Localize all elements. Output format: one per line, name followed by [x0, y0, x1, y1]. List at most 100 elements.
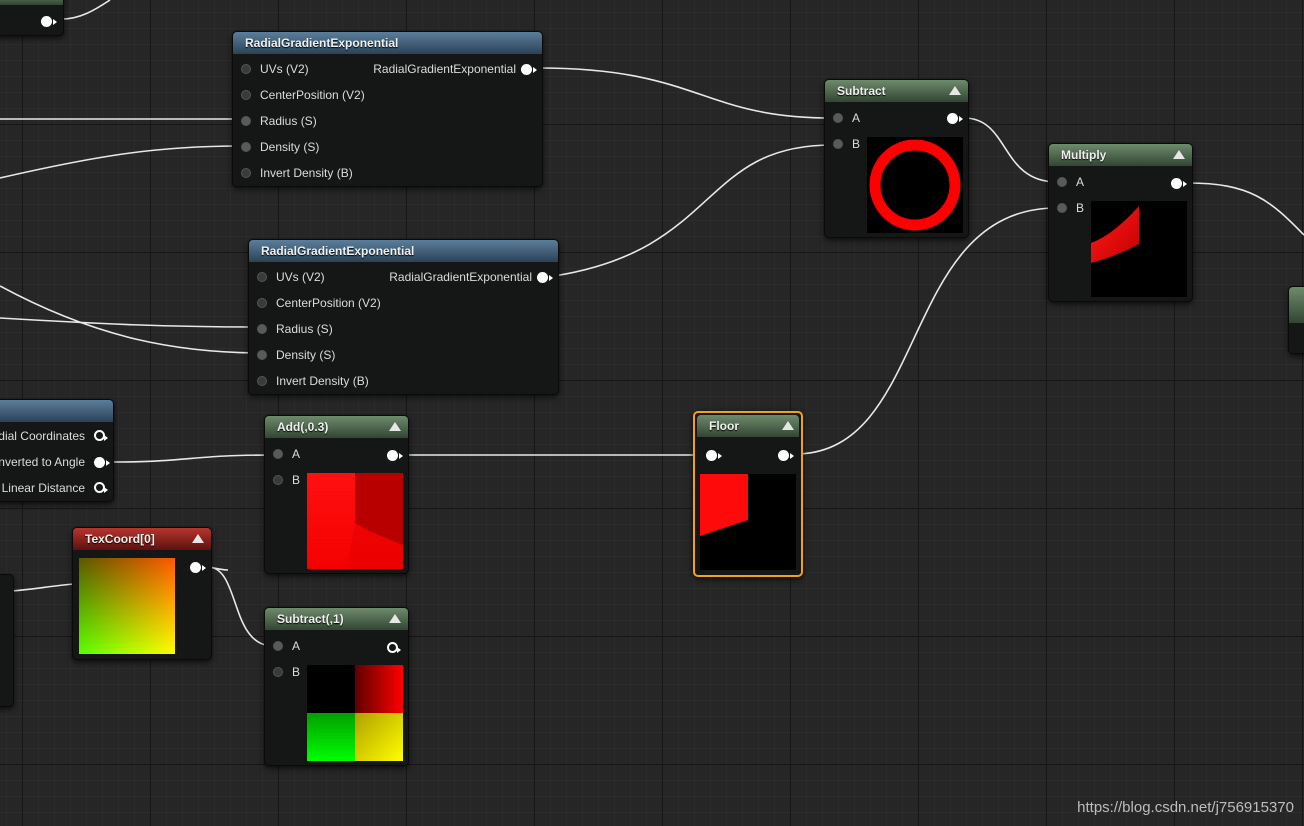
wire-subtract-to-multiply-a — [963, 117, 1058, 183]
collapse-icon[interactable] — [1173, 150, 1185, 159]
input-pin[interactable] — [273, 449, 283, 459]
node-title: Add(,0.3) — [265, 416, 408, 438]
input-label: CenterPosition (V2) — [260, 88, 365, 102]
output-pin[interactable] — [521, 64, 537, 75]
input-label: B — [1076, 201, 1085, 215]
wire-to-radial2-density — [0, 285, 257, 354]
output-pin[interactable] — [1171, 178, 1187, 189]
floor-preview-image — [700, 474, 748, 536]
node-radial-gradient-2[interactable]: RadialGradientExponential UVs (V2) Cente… — [248, 239, 559, 395]
input-pin[interactable] — [241, 168, 251, 178]
node-title: Subtract — [825, 80, 968, 102]
input-pin[interactable] — [833, 139, 843, 149]
output-pin[interactable] — [94, 430, 108, 441]
arc-segment-preview-image — [1091, 206, 1139, 263]
input-pin[interactable] — [241, 116, 251, 126]
collapse-icon[interactable] — [782, 421, 794, 430]
node-header — [0, 0, 63, 5]
input-pin[interactable] — [257, 272, 267, 282]
input-pin[interactable] — [1057, 177, 1067, 187]
wire-multiply-output — [1187, 182, 1304, 236]
node-partial-top-left[interactable] — [0, 0, 64, 36]
preview-floor — [700, 474, 796, 570]
angle-preview-image — [307, 473, 403, 569]
node-partial-left[interactable] — [0, 574, 14, 707]
node-floor[interactable]: Floor — [693, 411, 803, 577]
uv-gradient-preview-image — [79, 558, 175, 654]
output-pin[interactable] — [778, 450, 794, 461]
output-pin[interactable] — [190, 562, 206, 573]
input-pin[interactable] — [241, 90, 251, 100]
input-pin[interactable] — [257, 376, 267, 386]
output-pin[interactable] — [387, 450, 403, 461]
node-radial-gradient-1[interactable]: RadialGradientExponential UVs (V2) Cente… — [232, 31, 543, 187]
wire-radial2-to-subtract-b — [553, 144, 833, 277]
collapse-icon[interactable] — [192, 534, 204, 543]
input-label: B — [292, 473, 301, 487]
node-header — [1289, 287, 1304, 323]
input-label: A — [292, 639, 301, 653]
input-pin[interactable] — [241, 64, 251, 74]
node-vector-to-radial[interactable]: dial Coordinates nverted to Angle Linear… — [0, 399, 114, 502]
wire-to-radial2-radius — [0, 317, 257, 328]
input-pin[interactable] — [706, 450, 722, 461]
input-pin[interactable] — [257, 350, 267, 360]
input-pin[interactable] — [257, 298, 267, 308]
input-pin[interactable] — [273, 641, 283, 651]
watermark: https://blog.csdn.net/j756915370 — [1077, 799, 1294, 816]
input-label: A — [852, 111, 861, 125]
wire-vector-to-add-a — [111, 454, 274, 463]
output-pin[interactable] — [947, 113, 963, 124]
wire-layer — [0, 0, 1304, 647]
output-pin[interactable] — [537, 272, 553, 283]
output-pin[interactable] — [41, 16, 57, 27]
node-header — [0, 400, 113, 422]
node-title: RadialGradientExponential — [233, 32, 542, 54]
node-add[interactable]: Add(,0.3) A B — [264, 415, 409, 574]
preview-multiply — [1091, 201, 1187, 297]
output-label: dial Coordinates — [0, 429, 85, 443]
input-pin[interactable] — [241, 142, 251, 152]
input-pin[interactable] — [833, 113, 843, 123]
input-label: Density (S) — [276, 348, 336, 362]
wire-radial1-to-subtract-a — [537, 67, 833, 119]
input-label: UVs (V2) — [260, 62, 309, 76]
collapse-icon[interactable] — [949, 86, 961, 95]
preview-add — [307, 473, 403, 569]
output-label: RadialGradientExponential — [373, 62, 516, 76]
output-label: Linear Distance — [1, 481, 85, 495]
node-subtract[interactable]: Subtract A B — [824, 79, 969, 238]
input-label: A — [292, 447, 301, 461]
preview-texcoord — [79, 558, 175, 654]
input-pin[interactable] — [257, 324, 267, 334]
ring-preview-image — [869, 139, 961, 231]
input-label: CenterPosition (V2) — [276, 296, 381, 310]
collapse-icon[interactable] — [389, 422, 401, 431]
node-title: RadialGradientExponential — [249, 240, 558, 262]
input-label: UVs (V2) — [276, 270, 325, 284]
node-subtract-1[interactable]: Subtract(,1) A B — [264, 607, 409, 766]
output-pin[interactable] — [94, 457, 110, 468]
input-label: Invert Density (B) — [276, 374, 369, 388]
wire-to-top-left-output — [61, 0, 111, 20]
input-label: B — [852, 137, 861, 151]
preview-ring — [867, 137, 963, 233]
input-pin[interactable] — [1057, 203, 1067, 213]
collapse-icon[interactable] — [389, 614, 401, 623]
input-pin[interactable] — [273, 475, 283, 485]
output-label: RadialGradientExponential — [389, 270, 532, 284]
input-label: Invert Density (B) — [260, 166, 353, 180]
node-multiply[interactable]: Multiply A B — [1048, 143, 1193, 302]
node-title: Subtract(,1) — [265, 608, 408, 630]
output-pin[interactable] — [94, 482, 108, 493]
input-label: B — [292, 665, 301, 679]
input-pin[interactable] — [273, 667, 283, 677]
preview-subtract-1 — [307, 665, 403, 761]
wire-to-radial1-density — [0, 145, 241, 179]
node-partial-right[interactable] — [1288, 286, 1304, 354]
input-label: A — [1076, 175, 1085, 189]
wire-floor-to-multiply-b — [797, 207, 1058, 455]
node-title: Multiply — [1049, 144, 1192, 166]
output-pin[interactable] — [387, 642, 401, 653]
node-texcoord[interactable]: TexCoord[0] — [72, 527, 212, 660]
